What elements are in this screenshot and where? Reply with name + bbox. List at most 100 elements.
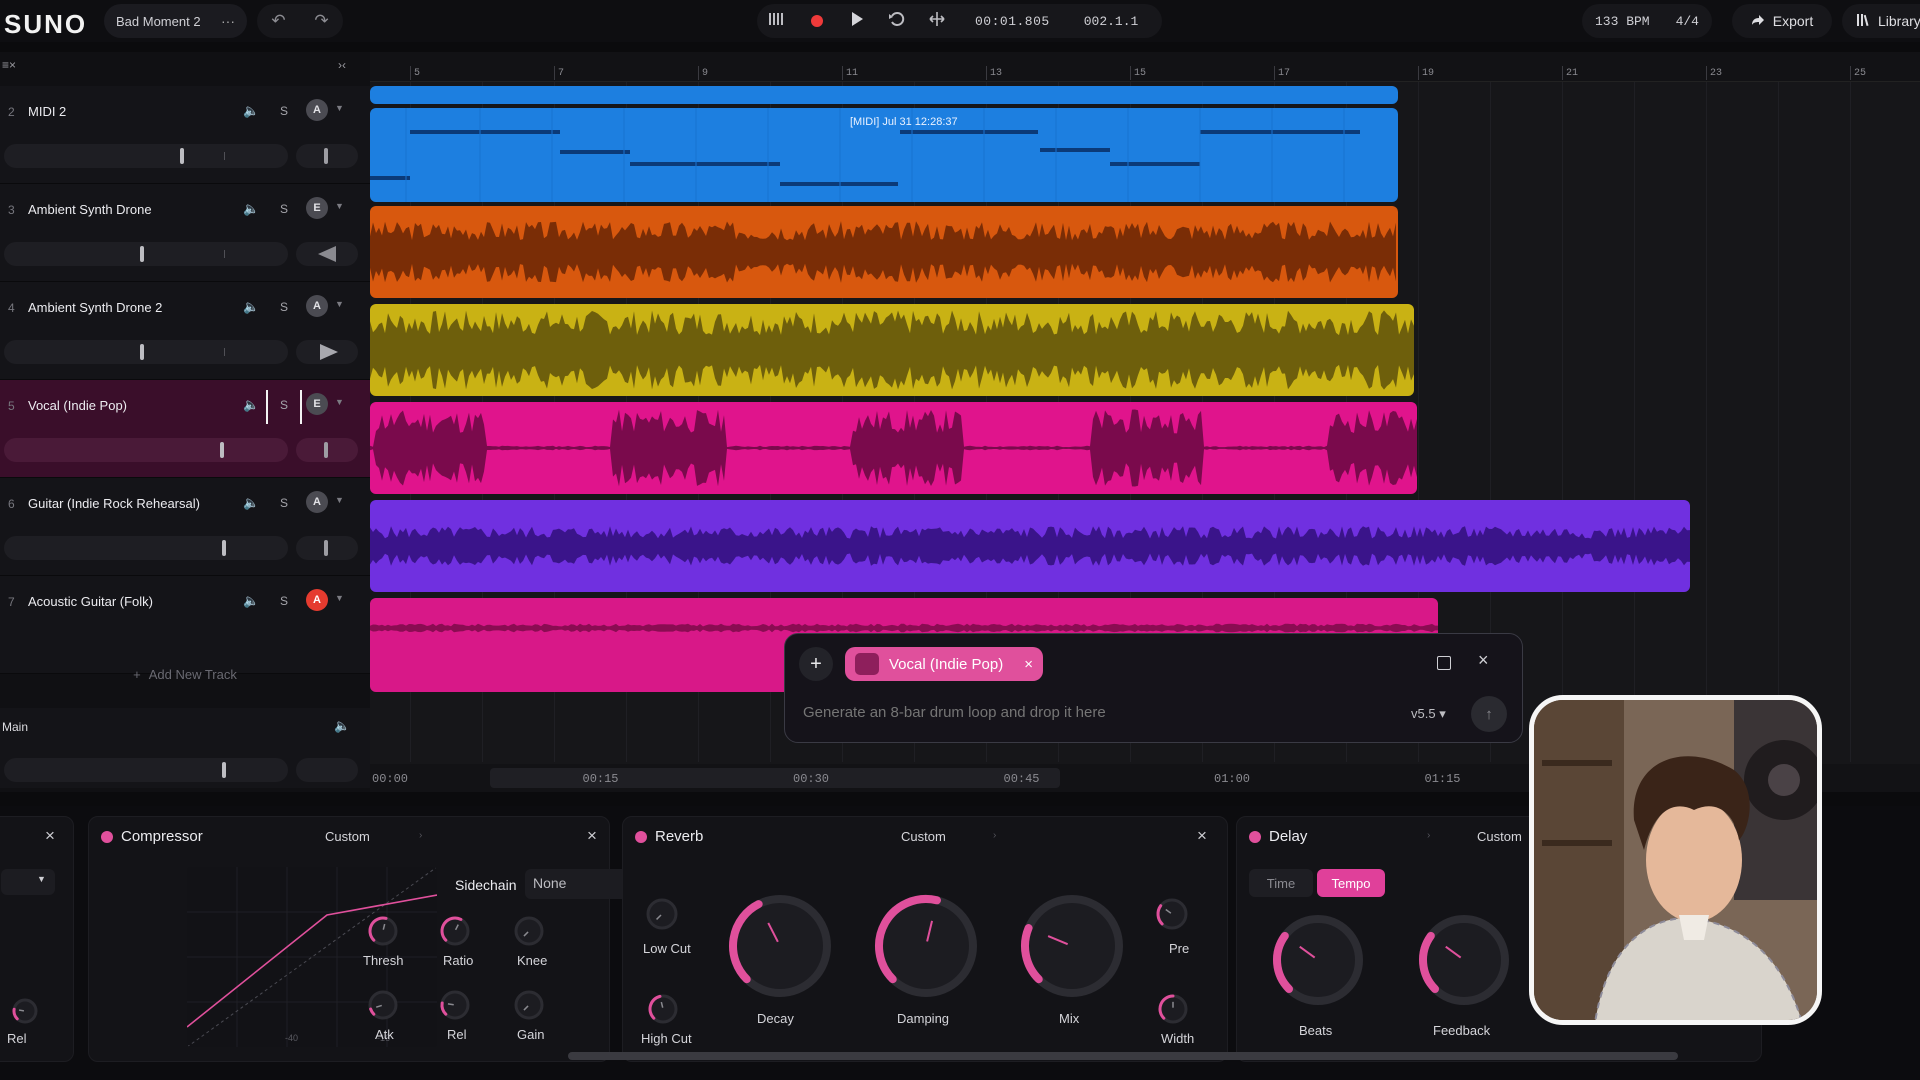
mix-knob[interactable]: [1019, 893, 1125, 999]
low-cut-knob[interactable]: [645, 897, 679, 931]
tempo-meter[interactable]: 133 BPM 4/4: [1582, 4, 1712, 38]
volume-fader[interactable]: [4, 242, 288, 266]
track-header-vocal-indie-pop[interactable]: 5 Vocal (Indie Pop) 🔈 S E ▼: [0, 380, 370, 478]
snap-icon[interactable]: [917, 11, 957, 32]
track-mode-badge[interactable]: E: [306, 393, 328, 415]
main-volume-fader[interactable]: [4, 758, 288, 782]
width-knob[interactable]: [1157, 993, 1189, 1025]
app-logo[interactable]: SUNO: [4, 9, 87, 40]
mute-icon[interactable]: 🔈: [243, 103, 259, 119]
close-icon[interactable]: ×: [1197, 826, 1207, 846]
record-icon[interactable]: [811, 15, 823, 27]
volume-fader[interactable]: [4, 144, 288, 168]
solo-button[interactable]: S: [280, 398, 288, 412]
tab-time[interactable]: Time: [1249, 869, 1313, 897]
pan-control[interactable]: [296, 536, 358, 560]
loop-icon[interactable]: [877, 11, 917, 32]
fader-handle[interactable]: [222, 762, 226, 778]
context-chip[interactable]: Vocal (Indie Pop) ×: [845, 647, 1043, 681]
high-cut-knob[interactable]: [647, 993, 679, 1025]
knee-knob[interactable]: [513, 915, 545, 947]
chevron-down-icon[interactable]: ▼: [335, 299, 344, 309]
enable-indicator[interactable]: [1249, 831, 1261, 843]
midi-note[interactable]: [780, 182, 898, 186]
track-header-guitar-indie-rock[interactable]: 6 Guitar (Indie Rock Rehearsal) 🔈 S A ▼: [0, 478, 370, 576]
preset-next-icon[interactable]: ›: [419, 830, 422, 841]
track-header-midi-2[interactable]: 2 MIDI 2 🔈 S A ▼: [0, 86, 370, 184]
close-icon[interactable]: ×: [45, 826, 55, 846]
pre-delay-knob[interactable]: [1155, 897, 1189, 931]
track-name[interactable]: Acoustic Guitar (Folk): [28, 594, 153, 609]
volume-fader[interactable]: [4, 438, 288, 462]
add-new-track-button[interactable]: + Add New Track: [0, 652, 370, 696]
midi-note[interactable]: [560, 150, 630, 154]
model-select[interactable]: v5.5 ▾: [1411, 706, 1446, 722]
track-header-ambient-synth-drone-2[interactable]: 4 Ambient Synth Drone 2 🔈 S A ▼: [0, 282, 370, 380]
fader-handle[interactable]: [140, 246, 144, 262]
track-name[interactable]: Vocal (Indie Pop): [28, 398, 127, 413]
send-button[interactable]: ↑: [1471, 696, 1507, 732]
collapse-icon[interactable]: ›‹: [338, 58, 346, 72]
chevron-down-icon[interactable]: ▼: [335, 593, 344, 603]
midi-clip-top-row[interactable]: [370, 86, 1398, 104]
feedback-knob[interactable]: [1417, 913, 1511, 1007]
preset-next-icon[interactable]: ›: [1427, 830, 1430, 841]
close-icon[interactable]: ×: [587, 826, 597, 846]
fader-handle[interactable]: [220, 442, 224, 458]
track-name[interactable]: MIDI 2: [28, 104, 66, 119]
speaker-icon[interactable]: 🔈: [334, 718, 350, 734]
audio-clip-vocal-indie-pop[interactable]: [370, 402, 1417, 494]
bpm-value[interactable]: 133 BPM: [1595, 14, 1650, 29]
project-menu[interactable]: Bad Moment 2 ···: [104, 4, 247, 38]
midi-note[interactable]: [1040, 148, 1110, 152]
track-name[interactable]: Ambient Synth Drone 2: [28, 300, 162, 315]
volume-fader[interactable]: [4, 340, 288, 364]
audio-clip-guitar-indie-rock[interactable]: [370, 500, 1690, 592]
effects-scrollbar[interactable]: [568, 1052, 1678, 1060]
gain-knob[interactable]: [513, 989, 545, 1021]
fader-handle[interactable]: [222, 540, 226, 556]
track-name[interactable]: Ambient Synth Drone: [28, 202, 152, 217]
midi-note[interactable]: [1200, 130, 1360, 134]
close-icon[interactable]: ×: [1478, 650, 1489, 671]
track-mode-badge[interactable]: A: [306, 589, 328, 611]
release-knob[interactable]: [439, 989, 471, 1021]
track-header-ambient-synth-drone[interactable]: 3 Ambient Synth Drone 🔈 S E ▼: [0, 184, 370, 282]
pan-control[interactable]: [296, 242, 358, 266]
rel-knob[interactable]: [11, 997, 39, 1025]
mute-icon[interactable]: 🔈: [243, 495, 259, 511]
metronome-icon[interactable]: [757, 12, 797, 31]
volume-fader[interactable]: [4, 536, 288, 560]
enable-indicator[interactable]: [635, 831, 647, 843]
midi-note[interactable]: [900, 130, 1038, 134]
preset-next-icon[interactable]: ›: [993, 830, 996, 841]
tab-tempo[interactable]: Tempo: [1317, 869, 1385, 897]
preset-select[interactable]: Custom: [325, 829, 370, 844]
track-mode-badge[interactable]: A: [306, 295, 328, 317]
redo-icon[interactable]: ↷: [314, 11, 328, 31]
time-signature[interactable]: 4/4: [1676, 14, 1699, 29]
track-mode-badge[interactable]: A: [306, 99, 328, 121]
solo-button[interactable]: S: [280, 496, 288, 510]
solo-button[interactable]: S: [280, 202, 288, 216]
beats-knob[interactable]: [1271, 913, 1365, 1007]
chevron-down-icon[interactable]: ▼: [335, 103, 344, 113]
decay-knob[interactable]: [727, 893, 833, 999]
track-mode-badge[interactable]: A: [306, 491, 328, 513]
midi-note[interactable]: [370, 176, 410, 180]
panel-toggle-icon[interactable]: [1437, 656, 1451, 670]
thresh-knob[interactable]: [367, 915, 399, 947]
play-icon[interactable]: [837, 11, 877, 32]
preset-select[interactable]: Custom: [901, 829, 946, 844]
enable-indicator[interactable]: [101, 831, 113, 843]
mute-icon[interactable]: 🔈: [243, 397, 259, 413]
solo-button[interactable]: S: [280, 104, 288, 118]
export-button[interactable]: Export: [1732, 4, 1832, 38]
solo-button[interactable]: S: [280, 594, 288, 608]
midi-note[interactable]: [410, 130, 560, 134]
dropdown[interactable]: ▼: [1, 869, 55, 895]
pan-control[interactable]: [296, 438, 358, 462]
attack-knob[interactable]: [367, 989, 399, 1021]
midi-note[interactable]: [1110, 162, 1200, 166]
timeline-scroll-thumb[interactable]: [490, 768, 1060, 788]
